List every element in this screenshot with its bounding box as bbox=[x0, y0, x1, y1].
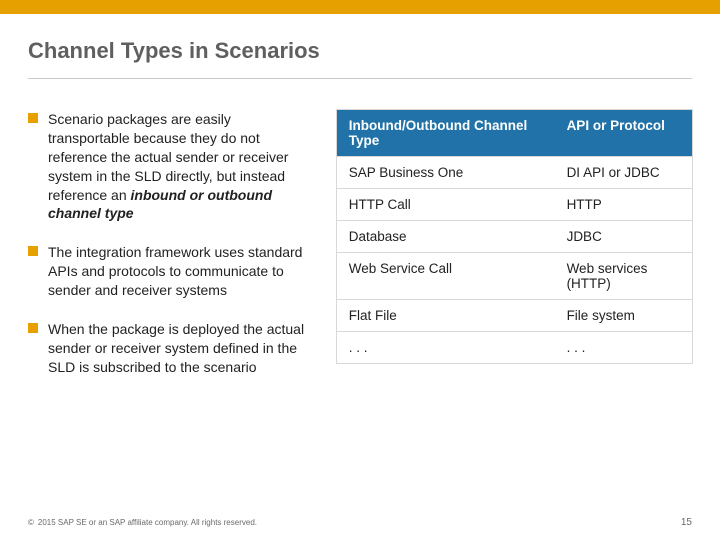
table-cell: Web Service Call bbox=[337, 253, 555, 300]
slide: Channel Types in Scenarios Scenario pack… bbox=[0, 0, 720, 540]
table-cell: HTTP Call bbox=[337, 189, 555, 221]
table-cell: File system bbox=[555, 300, 692, 332]
table-row: Flat File File system bbox=[337, 300, 692, 332]
table-cell: Web services (HTTP) bbox=[555, 253, 692, 300]
table-header-cell: API or Protocol bbox=[555, 110, 692, 157]
copyright-icon: © bbox=[28, 518, 34, 527]
table-cell: SAP Business One bbox=[337, 157, 555, 189]
table-row: . . . . . . bbox=[337, 332, 692, 364]
list-item: When the package is deployed the actual … bbox=[28, 320, 311, 377]
table-header-cell: Inbound/Outbound Channel Type bbox=[337, 110, 555, 157]
table-cell: . . . bbox=[555, 332, 692, 364]
bullet-marker-icon bbox=[28, 323, 38, 333]
table-cell: Database bbox=[337, 221, 555, 253]
channel-table-wrap: Inbound/Outbound Channel Type API or Pro… bbox=[337, 110, 692, 498]
list-item: The integration framework uses standard … bbox=[28, 243, 311, 300]
bullet-text: When the package is deployed the actual … bbox=[48, 320, 311, 377]
bullet-plain: When the package is deployed the actual … bbox=[48, 321, 304, 375]
bullet-text: The integration framework uses standard … bbox=[48, 243, 311, 300]
footer: © 2015 SAP SE or an SAP affiliate compan… bbox=[28, 517, 692, 528]
bullet-marker-icon bbox=[28, 113, 38, 123]
table-cell: HTTP bbox=[555, 189, 692, 221]
copyright: © 2015 SAP SE or an SAP affiliate compan… bbox=[28, 518, 257, 527]
bullet-plain: The integration framework uses standard … bbox=[48, 244, 302, 298]
table-cell: . . . bbox=[337, 332, 555, 364]
table-cell: JDBC bbox=[555, 221, 692, 253]
body-area: Scenario packages are easily transportab… bbox=[28, 110, 692, 498]
table-cell: Flat File bbox=[337, 300, 555, 332]
bullet-list: Scenario packages are easily transportab… bbox=[28, 110, 311, 498]
table-cell: DI API or JDBC bbox=[555, 157, 692, 189]
table-row: Database JDBC bbox=[337, 221, 692, 253]
copyright-text: 2015 SAP SE or an SAP affiliate company.… bbox=[38, 518, 257, 527]
channel-type-table: Inbound/Outbound Channel Type API or Pro… bbox=[337, 110, 692, 363]
title-underline bbox=[28, 78, 692, 79]
page-title: Channel Types in Scenarios bbox=[28, 38, 320, 64]
table-row: Web Service Call Web services (HTTP) bbox=[337, 253, 692, 300]
table-row: HTTP Call HTTP bbox=[337, 189, 692, 221]
list-item: Scenario packages are easily transportab… bbox=[28, 110, 311, 223]
bullet-marker-icon bbox=[28, 246, 38, 256]
page-number: 15 bbox=[681, 517, 692, 528]
table-row: SAP Business One DI API or JDBC bbox=[337, 157, 692, 189]
table-header-row: Inbound/Outbound Channel Type API or Pro… bbox=[337, 110, 692, 157]
bullet-text: Scenario packages are easily transportab… bbox=[48, 110, 311, 223]
top-accent-bar bbox=[0, 0, 720, 14]
